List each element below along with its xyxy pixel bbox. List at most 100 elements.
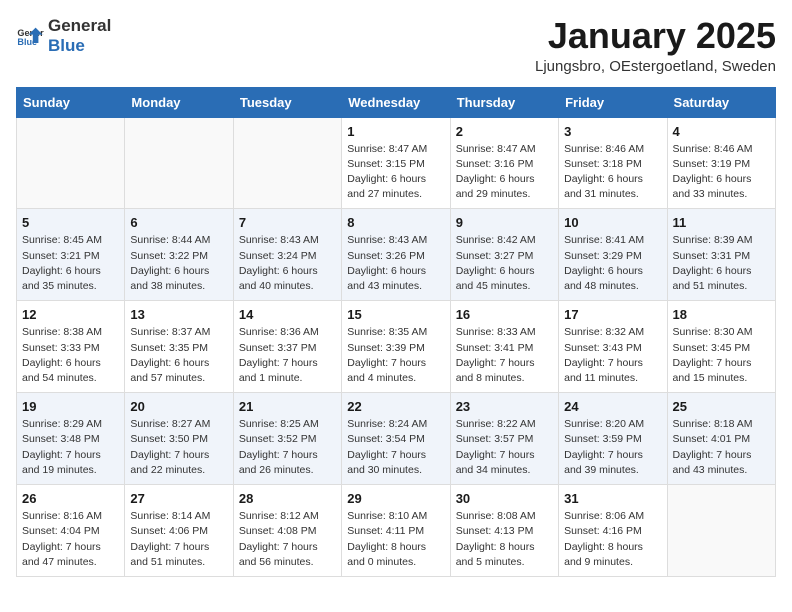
day-info: Sunrise: 8:33 AM Sunset: 3:41 PM Dayligh… xyxy=(456,325,553,386)
calendar-cell xyxy=(233,117,341,209)
day-number: 24 xyxy=(564,399,661,414)
calendar-cell: 14Sunrise: 8:36 AM Sunset: 3:37 PM Dayli… xyxy=(233,301,341,393)
calendar-cell: 19 Sunrise: 8:29 AM Sunset: 3:48 PM Dayli… xyxy=(17,393,125,485)
day-number: 8 xyxy=(347,215,444,230)
day-number: 16 xyxy=(456,307,553,322)
day-number: 23 xyxy=(456,399,553,414)
calendar-cell: 1 Sunrise: 8:47 AM Sunset: 3:15 PM Daylig… xyxy=(342,117,450,209)
day-info: Sunrise: 8:14 AM Sunset: 4:06 PM Dayligh… xyxy=(130,509,227,570)
calendar-title: January 2025 xyxy=(535,16,776,56)
day-info: Sunrise: 8:39 AM Sunset: 3:31 PM Dayligh… xyxy=(673,233,770,294)
day-number: 4 xyxy=(673,124,770,139)
day-number: 22 xyxy=(347,399,444,414)
calendar-cell: 5 Sunrise: 8:45 AM Sunset: 3:21 PM Daylig… xyxy=(17,209,125,301)
weekday-header-saturday: Saturday xyxy=(667,87,775,117)
day-info: Sunrise: 8:36 AM Sunset: 3:37 PM Dayligh… xyxy=(239,325,336,386)
day-info: Sunrise: 8:25 AM Sunset: 3:52 PM Dayligh… xyxy=(239,417,336,478)
day-number: 12 xyxy=(22,307,119,322)
calendar-cell: 17 Sunrise: 8:32 AM Sunset: 3:43 PM Dayli… xyxy=(559,301,667,393)
calendar-cell: 30 Sunrise: 8:08 AM Sunset: 4:13 PM Dayli… xyxy=(450,485,558,577)
day-number: 29 xyxy=(347,491,444,506)
calendar-cell: 4 Sunrise: 8:46 AM Sunset: 3:19 PM Daylig… xyxy=(667,117,775,209)
calendar-cell: 23 Sunrise: 8:22 AM Sunset: 3:57 PM Dayli… xyxy=(450,393,558,485)
calendar-cell: 11Sunrise: 8:39 AM Sunset: 3:31 PM Dayli… xyxy=(667,209,775,301)
calendar-cell: 16 Sunrise: 8:33 AM Sunset: 3:41 PM Dayli… xyxy=(450,301,558,393)
title-block: January 2025 Ljungsbro, OEstergoetland, … xyxy=(535,16,776,75)
weekday-header-monday: Monday xyxy=(125,87,233,117)
day-info: Sunrise: 8:06 AM Sunset: 4:16 PM Dayligh… xyxy=(564,509,661,570)
calendar-cell: 20 Sunrise: 8:27 AM Sunset: 3:50 PM Dayli… xyxy=(125,393,233,485)
day-number: 18 xyxy=(673,307,770,322)
calendar-cell: 18 Sunrise: 8:30 AM Sunset: 3:45 PM Dayli… xyxy=(667,301,775,393)
day-info: Sunrise: 8:10 AM Sunset: 4:11 PM Dayligh… xyxy=(347,509,444,570)
week-row-1: 1 Sunrise: 8:47 AM Sunset: 3:15 PM Daylig… xyxy=(17,117,776,209)
day-info: Sunrise: 8:37 AM Sunset: 3:35 PM Dayligh… xyxy=(130,325,227,386)
day-number: 19 xyxy=(22,399,119,414)
day-info: Sunrise: 8:29 AM Sunset: 3:48 PM Dayligh… xyxy=(22,417,119,478)
week-row-3: 12 Sunrise: 8:38 AM Sunset: 3:33 PM Dayli… xyxy=(17,301,776,393)
calendar-cell: 6 Sunrise: 8:44 AM Sunset: 3:22 PM Daylig… xyxy=(125,209,233,301)
day-info: Sunrise: 8:18 AM Sunset: 4:01 PM Dayligh… xyxy=(673,417,770,478)
calendar-cell: 3 Sunrise: 8:46 AM Sunset: 3:18 PM Daylig… xyxy=(559,117,667,209)
day-number: 17 xyxy=(564,307,661,322)
calendar-cell: 21 Sunrise: 8:25 AM Sunset: 3:52 PM Dayli… xyxy=(233,393,341,485)
calendar-cell: 7 Sunrise: 8:43 AM Sunset: 3:24 PM Daylig… xyxy=(233,209,341,301)
page-header: General Blue General Blue January 2025 L… xyxy=(16,16,776,75)
weekday-header-friday: Friday xyxy=(559,87,667,117)
day-info: Sunrise: 8:27 AM Sunset: 3:50 PM Dayligh… xyxy=(130,417,227,478)
day-number: 21 xyxy=(239,399,336,414)
day-info: Sunrise: 8:44 AM Sunset: 3:22 PM Dayligh… xyxy=(130,233,227,294)
day-info: Sunrise: 8:41 AM Sunset: 3:29 PM Dayligh… xyxy=(564,233,661,294)
day-info: Sunrise: 8:30 AM Sunset: 3:45 PM Dayligh… xyxy=(673,325,770,386)
calendar-cell: 10 Sunrise: 8:41 AM Sunset: 3:29 PM Dayli… xyxy=(559,209,667,301)
day-number: 1 xyxy=(347,124,444,139)
logo: General Blue General Blue xyxy=(16,16,111,56)
calendar-cell: 31 Sunrise: 8:06 AM Sunset: 4:16 PM Dayli… xyxy=(559,485,667,577)
day-info: Sunrise: 8:47 AM Sunset: 3:15 PM Dayligh… xyxy=(347,142,444,203)
day-info: Sunrise: 8:24 AM Sunset: 3:54 PM Dayligh… xyxy=(347,417,444,478)
calendar-cell: 9Sunrise: 8:42 AM Sunset: 3:27 PM Daylig… xyxy=(450,209,558,301)
weekday-header-row: SundayMondayTuesdayWednesdayThursdayFrid… xyxy=(17,87,776,117)
calendar-table: SundayMondayTuesdayWednesdayThursdayFrid… xyxy=(16,87,776,577)
day-info: Sunrise: 8:22 AM Sunset: 3:57 PM Dayligh… xyxy=(456,417,553,478)
calendar-cell: 12 Sunrise: 8:38 AM Sunset: 3:33 PM Dayli… xyxy=(17,301,125,393)
day-info: Sunrise: 8:38 AM Sunset: 3:33 PM Dayligh… xyxy=(22,325,119,386)
calendar-cell: 24 Sunrise: 8:20 AM Sunset: 3:59 PM Dayli… xyxy=(559,393,667,485)
day-number: 13 xyxy=(130,307,227,322)
day-number: 28 xyxy=(239,491,336,506)
day-info: Sunrise: 8:43 AM Sunset: 3:24 PM Dayligh… xyxy=(239,233,336,294)
calendar-cell: 28 Sunrise: 8:12 AM Sunset: 4:08 PM Dayli… xyxy=(233,485,341,577)
calendar-subtitle: Ljungsbro, OEstergoetland, Sweden xyxy=(535,58,776,75)
calendar-cell: 13 Sunrise: 8:37 AM Sunset: 3:35 PM Dayli… xyxy=(125,301,233,393)
day-number: 31 xyxy=(564,491,661,506)
day-number: 3 xyxy=(564,124,661,139)
day-info: Sunrise: 8:45 AM Sunset: 3:21 PM Dayligh… xyxy=(22,233,119,294)
day-number: 15 xyxy=(347,307,444,322)
day-number: 9 xyxy=(456,215,553,230)
day-number: 30 xyxy=(456,491,553,506)
day-number: 6 xyxy=(130,215,227,230)
calendar-cell: 2Sunrise: 8:47 AM Sunset: 3:16 PM Daylig… xyxy=(450,117,558,209)
day-number: 25 xyxy=(673,399,770,414)
day-info: Sunrise: 8:46 AM Sunset: 3:18 PM Dayligh… xyxy=(564,142,661,203)
calendar-cell: 22 Sunrise: 8:24 AM Sunset: 3:54 PM Dayli… xyxy=(342,393,450,485)
calendar-cell xyxy=(125,117,233,209)
week-row-4: 19 Sunrise: 8:29 AM Sunset: 3:48 PM Dayli… xyxy=(17,393,776,485)
day-info: Sunrise: 8:16 AM Sunset: 4:04 PM Dayligh… xyxy=(22,509,119,570)
calendar-cell: 29 Sunrise: 8:10 AM Sunset: 4:11 PM Dayli… xyxy=(342,485,450,577)
day-info: Sunrise: 8:43 AM Sunset: 3:26 PM Dayligh… xyxy=(347,233,444,294)
day-info: Sunrise: 8:08 AM Sunset: 4:13 PM Dayligh… xyxy=(456,509,553,570)
day-number: 10 xyxy=(564,215,661,230)
day-number: 26 xyxy=(22,491,119,506)
day-info: Sunrise: 8:20 AM Sunset: 3:59 PM Dayligh… xyxy=(564,417,661,478)
day-number: 20 xyxy=(130,399,227,414)
day-number: 5 xyxy=(22,215,119,230)
calendar-cell: 25 Sunrise: 8:18 AM Sunset: 4:01 PM Dayli… xyxy=(667,393,775,485)
day-info: Sunrise: 8:12 AM Sunset: 4:08 PM Dayligh… xyxy=(239,509,336,570)
weekday-header-sunday: Sunday xyxy=(17,87,125,117)
calendar-cell: 26 Sunrise: 8:16 AM Sunset: 4:04 PM Dayli… xyxy=(17,485,125,577)
day-number: 7 xyxy=(239,215,336,230)
day-number: 27 xyxy=(130,491,227,506)
day-info: Sunrise: 8:46 AM Sunset: 3:19 PM Dayligh… xyxy=(673,142,770,203)
day-info: Sunrise: 8:32 AM Sunset: 3:43 PM Dayligh… xyxy=(564,325,661,386)
